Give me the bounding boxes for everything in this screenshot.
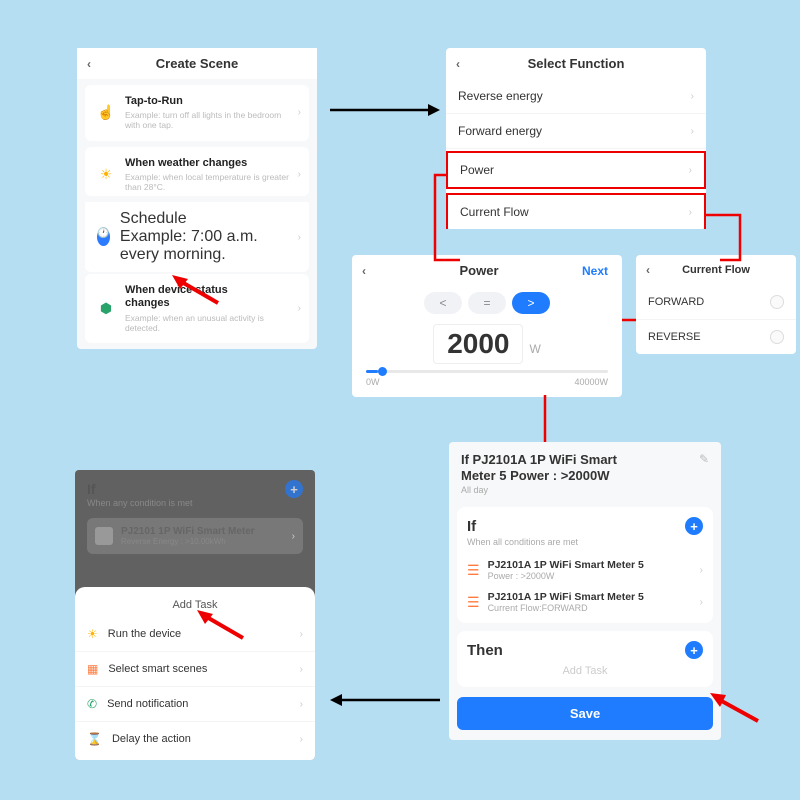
summary-panel: If PJ2101A 1P WiFi Smart Meter 5 Power :… xyxy=(449,442,721,740)
back-icon[interactable]: ‹ xyxy=(87,57,101,71)
option-weather[interactable]: ☀ When weather changes Example: when loc… xyxy=(85,147,309,197)
then-placeholder: Add Task xyxy=(467,665,703,677)
function-current-flow[interactable]: Current Flow › xyxy=(446,193,706,229)
scene-icon: ▦ xyxy=(87,662,98,676)
chevron-right-icon: › xyxy=(689,207,692,218)
power-panel: ‹ Power Next < = > 2000 W 0W 40000W xyxy=(352,255,622,397)
radio-icon xyxy=(770,295,784,309)
back-icon[interactable]: ‹ xyxy=(362,264,376,278)
slider-min: 0W xyxy=(366,377,380,387)
option-schedule[interactable]: 🕐 Schedule Example: 7:00 a.m. every morn… xyxy=(85,202,309,272)
add-condition-button[interactable]: + xyxy=(685,517,703,535)
sun-icon: ☀ xyxy=(87,627,98,641)
summary-title-2: Meter 5 Power : >2000W xyxy=(461,468,699,484)
dim-device-icon xyxy=(95,527,113,545)
chevron-right-icon: › xyxy=(298,303,301,314)
hourglass-icon: ⌛ xyxy=(87,732,102,746)
if-card: If + When all conditions are met ☰ PJ210… xyxy=(457,507,713,623)
add-task-button[interactable]: + xyxy=(685,641,703,659)
power-value-row: 2000 W xyxy=(352,324,622,364)
eq-button[interactable]: = xyxy=(468,292,506,314)
lt-button[interactable]: < xyxy=(424,292,462,314)
chevron-right-icon: › xyxy=(298,169,301,180)
if-subtitle: When all conditions are met xyxy=(467,537,703,547)
chevron-right-icon: › xyxy=(300,734,303,745)
flow-reverse[interactable]: REVERSE xyxy=(636,320,796,354)
power-header: ‹ Power Next xyxy=(352,255,622,286)
function-power[interactable]: Power › xyxy=(446,151,706,189)
back-icon[interactable]: ‹ xyxy=(646,263,660,277)
power-title: Power xyxy=(376,263,582,278)
red-arrow-icon xyxy=(710,693,760,723)
chevron-right-icon: › xyxy=(300,664,303,675)
select-function-panel: ‹ Select Function Reverse energy › Forwa… xyxy=(446,48,706,229)
then-label: Then xyxy=(467,642,685,659)
red-arrow-icon xyxy=(170,275,220,305)
flow-arrow xyxy=(330,100,440,120)
current-flow-header: ‹ Current Flow xyxy=(636,255,796,285)
summary-allday: All day xyxy=(461,485,699,495)
chevron-right-icon: › xyxy=(298,232,301,243)
slider-max: 40000W xyxy=(574,377,608,387)
chevron-right-icon: › xyxy=(700,597,703,608)
power-unit: W xyxy=(529,342,540,356)
chevron-right-icon: › xyxy=(689,165,692,176)
device-icon: ⬢ xyxy=(93,296,119,322)
dim-plus-icon: + xyxy=(285,480,303,498)
comparator-group: < = > xyxy=(352,292,622,314)
save-button[interactable]: Save xyxy=(457,697,713,730)
radio-icon xyxy=(770,330,784,344)
chevron-right-icon: › xyxy=(300,629,303,640)
device-icon: ☰ xyxy=(467,562,480,579)
device-icon: ☰ xyxy=(467,594,480,611)
select-function-header: ‹ Select Function xyxy=(446,48,706,79)
gt-button[interactable]: > xyxy=(512,292,550,314)
task-select-scenes[interactable]: ▦ Select smart scenes › xyxy=(75,652,315,687)
edit-icon[interactable]: ✎ xyxy=(699,452,709,466)
flow-forward[interactable]: FORWARD xyxy=(636,285,796,320)
tap-icon: ☝ xyxy=(93,100,119,126)
clock-icon: 🕐 xyxy=(97,228,110,246)
next-button[interactable]: Next xyxy=(582,264,612,278)
current-flow-title: Current Flow xyxy=(660,264,772,276)
dim-if-label: If xyxy=(87,481,285,497)
back-icon[interactable]: ‹ xyxy=(456,57,470,71)
function-reverse-energy[interactable]: Reverse energy › xyxy=(446,79,706,114)
function-forward-energy[interactable]: Forward energy › xyxy=(446,114,706,149)
if-label: If xyxy=(467,518,685,535)
chevron-right-icon: › xyxy=(298,107,301,118)
sun-icon: ☀ xyxy=(93,161,119,187)
then-card: Then + Add Task xyxy=(457,631,713,687)
chevron-right-icon: › xyxy=(300,699,303,710)
chevron-right-icon: › xyxy=(700,565,703,576)
red-arrow-icon xyxy=(195,610,245,640)
task-delay[interactable]: ⌛ Delay the action › xyxy=(75,722,315,756)
chevron-right-icon: › xyxy=(691,126,694,137)
create-scene-header: ‹ Create Scene xyxy=(77,48,317,79)
condition-1[interactable]: ☰ PJ2101A 1P WiFi Smart Meter 5 Power : … xyxy=(467,559,703,581)
flow-arrow xyxy=(330,690,440,710)
select-function-title: Select Function xyxy=(470,56,682,71)
task-send-notification[interactable]: ✆ Send notification › xyxy=(75,687,315,722)
create-scene-title: Create Scene xyxy=(101,56,293,71)
current-flow-panel: ‹ Current Flow FORWARD REVERSE xyxy=(636,255,796,354)
chevron-right-icon: › xyxy=(691,91,694,102)
power-value-input[interactable]: 2000 xyxy=(433,324,523,364)
power-slider[interactable]: 0W 40000W xyxy=(352,370,622,387)
phone-icon: ✆ xyxy=(87,697,97,711)
option-tap-to-run[interactable]: ☝ Tap-to-Run Example: turn off all light… xyxy=(85,85,309,141)
condition-2[interactable]: ☰ PJ2101A 1P WiFi Smart Meter 5 Current … xyxy=(467,591,703,613)
summary-title-1: If PJ2101A 1P WiFi Smart xyxy=(461,452,699,468)
